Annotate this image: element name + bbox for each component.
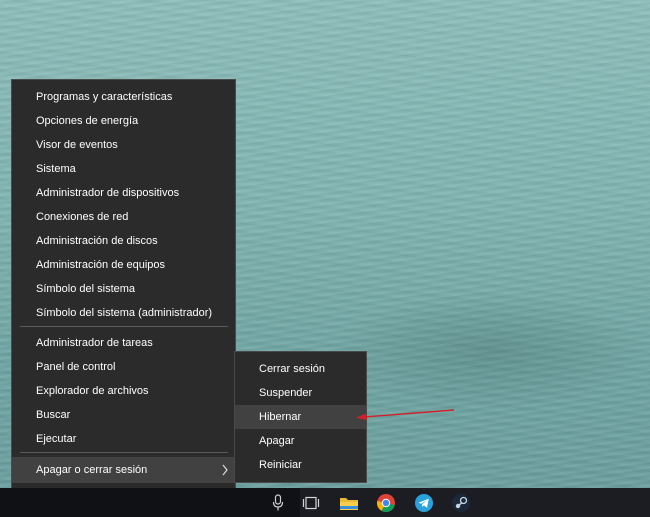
submenu-item-shut-down[interactable]: Apagar <box>235 429 366 453</box>
file-explorer-icon[interactable] <box>337 491 361 515</box>
menu-item-computer-management[interactable]: Administración de equipos <box>12 253 235 277</box>
menu-item-file-explorer[interactable]: Explorador de archivos <box>12 379 235 403</box>
submenu-item-sign-out[interactable]: Cerrar sesión <box>235 357 366 381</box>
winx-menu: Programas y características Opciones de … <box>11 79 236 509</box>
menu-item-device-manager[interactable]: Administrador de dispositivos <box>12 181 235 205</box>
menu-item-search[interactable]: Buscar <box>12 403 235 427</box>
menu-separator <box>20 326 228 327</box>
annotation-arrow-icon <box>350 404 460 429</box>
taskbar-search-area[interactable] <box>0 488 300 517</box>
chrome-icon[interactable] <box>374 491 398 515</box>
menu-item-command-prompt-admin[interactable]: Símbolo del sistema (administrador) <box>12 301 235 325</box>
steam-icon[interactable] <box>449 491 473 515</box>
wallpaper-shade <box>330 290 650 410</box>
microphone-icon[interactable] <box>266 491 290 515</box>
menu-item-control-panel[interactable]: Panel de control <box>12 355 235 379</box>
menu-item-task-manager[interactable]: Administrador de tareas <box>12 331 235 355</box>
menu-item-shutdown-signout[interactable]: Apagar o cerrar sesión <box>12 457 235 483</box>
menu-item-power-options[interactable]: Opciones de energía <box>12 109 235 133</box>
menu-item-network-connections[interactable]: Conexiones de red <box>12 205 235 229</box>
menu-item-command-prompt[interactable]: Símbolo del sistema <box>12 277 235 301</box>
menu-item-run[interactable]: Ejecutar <box>12 427 235 451</box>
submenu-item-sleep[interactable]: Suspender <box>235 381 366 405</box>
menu-item-programs-features[interactable]: Programas y características <box>12 85 235 109</box>
menu-separator <box>20 452 228 453</box>
menu-item-event-viewer[interactable]: Visor de eventos <box>12 133 235 157</box>
power-submenu: Cerrar sesión Suspender Hibernar Apagar … <box>234 351 367 483</box>
telegram-icon[interactable] <box>412 491 436 515</box>
menu-item-system[interactable]: Sistema <box>12 157 235 181</box>
menu-item-disk-management[interactable]: Administración de discos <box>12 229 235 253</box>
menu-item-label: Apagar o cerrar sesión <box>36 464 148 476</box>
submenu-item-restart[interactable]: Reiniciar <box>235 453 366 477</box>
submenu-item-hibernate[interactable]: Hibernar <box>235 405 366 429</box>
task-view-icon[interactable] <box>299 491 323 515</box>
